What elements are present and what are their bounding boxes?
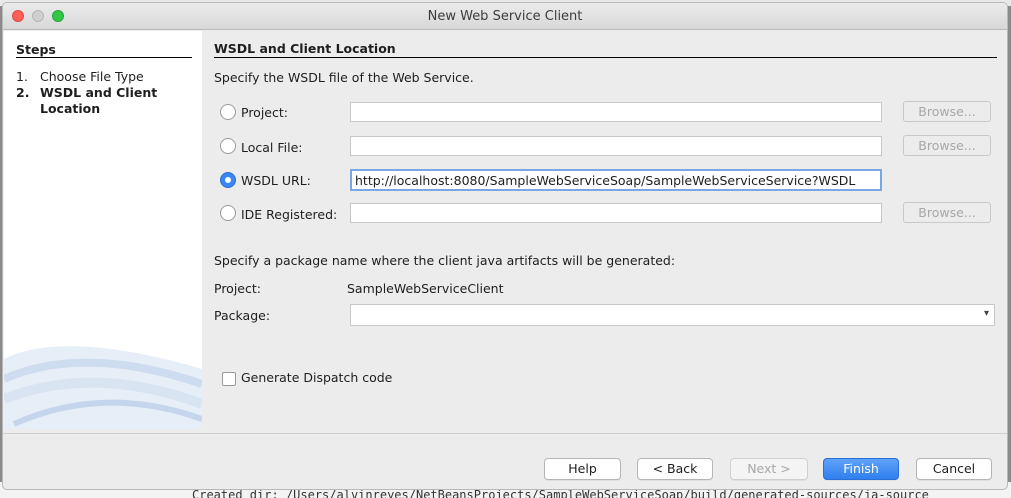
step-item-2: 2. WSDL and Client Location bbox=[16, 85, 180, 117]
finish-button[interactable]: Finish bbox=[823, 458, 899, 480]
back-button[interactable]: < Back bbox=[637, 458, 713, 480]
package-combobox[interactable]: ▾ bbox=[350, 304, 995, 326]
steps-heading: Steps bbox=[16, 42, 56, 57]
local-file-radio-label: Local File: bbox=[241, 140, 303, 155]
local-file-field[interactable] bbox=[350, 136, 882, 156]
project-field[interactable] bbox=[350, 102, 882, 122]
step-label: Choose File Type bbox=[40, 69, 144, 84]
local-file-radio[interactable] bbox=[220, 138, 236, 154]
wsdl-url-radio-label: WSDL URL: bbox=[241, 173, 311, 188]
wsdl-instruction: Specify the WSDL file of the Web Service… bbox=[214, 70, 474, 85]
generate-dispatch-checkbox[interactable] bbox=[222, 372, 236, 386]
title-bar: New Web Service Client bbox=[3, 3, 1007, 30]
project-value: SampleWebServiceClient bbox=[347, 281, 504, 296]
section-divider bbox=[214, 57, 997, 58]
ide-registered-field[interactable] bbox=[350, 203, 882, 223]
steps-panel: Steps 1. Choose File Type 2. WSDL and Clie… bbox=[4, 31, 202, 429]
project-radio[interactable] bbox=[220, 104, 236, 120]
step-item-1: 1. Choose File Type bbox=[16, 69, 180, 85]
help-button[interactable]: Help bbox=[544, 458, 621, 480]
generate-dispatch-label: Generate Dispatch code bbox=[241, 370, 393, 385]
project-radio-label: Project: bbox=[241, 105, 288, 120]
next-button[interactable]: Next > bbox=[730, 458, 808, 480]
step-label: WSDL and Client Location bbox=[40, 85, 158, 116]
ide-registered-radio[interactable] bbox=[220, 205, 236, 221]
window-title: New Web Service Client bbox=[427, 9, 583, 24]
dropdown-arrow-icon[interactable]: ▾ bbox=[984, 308, 989, 319]
package-label: Package: bbox=[214, 308, 271, 323]
wsdl-url-field[interactable] bbox=[350, 169, 882, 191]
local-file-browse-button[interactable]: Browse... bbox=[903, 135, 991, 156]
package-instruction: Specify a package name where the client … bbox=[214, 253, 676, 268]
steps-divider bbox=[16, 57, 192, 58]
button-bar-separator bbox=[3, 433, 1007, 434]
section-title: WSDL and Client Location bbox=[214, 41, 396, 56]
wsdl-url-radio[interactable] bbox=[220, 172, 236, 188]
step-number: 1. bbox=[16, 69, 28, 84]
step-number: 2. bbox=[16, 85, 30, 100]
project-browse-button[interactable]: Browse... bbox=[903, 101, 991, 122]
cancel-button[interactable]: Cancel bbox=[916, 458, 992, 480]
ide-registered-radio-label: IDE Registered: bbox=[241, 207, 338, 222]
new-web-service-client-dialog: New Web Service Client Steps 1. Choose Fi… bbox=[2, 2, 1008, 490]
decorative-swoosh-graphic bbox=[4, 346, 202, 429]
ide-registered-browse-button[interactable]: Browse... bbox=[903, 202, 991, 223]
project-label: Project: bbox=[214, 281, 261, 296]
